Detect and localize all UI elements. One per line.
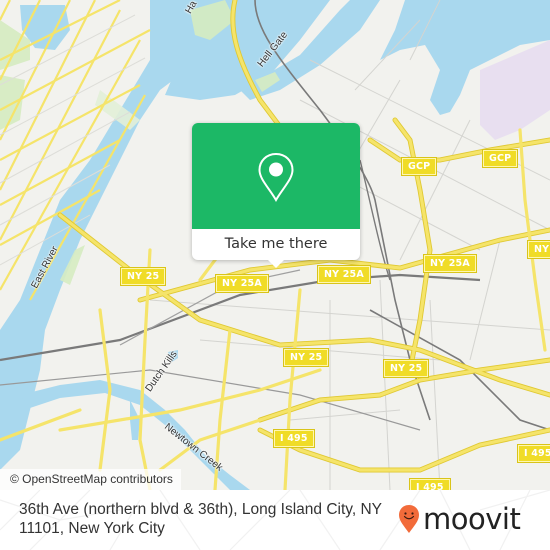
road-shield-ny25: NY 25	[382, 359, 430, 378]
popup-pointer	[267, 259, 285, 268]
road-shield-ny25a: NY	[526, 240, 550, 259]
moovit-smile-pin-icon	[399, 505, 419, 533]
road-shield-i495: I 495	[517, 444, 550, 463]
road-shield-ny25: NY 25	[119, 267, 167, 286]
map-pin-icon	[258, 152, 294, 202]
road-shield-gcp: GCP	[481, 149, 519, 168]
road-shield-ny25a: NY 25A	[317, 265, 371, 284]
moovit-logo[interactable]: moovit	[398, 502, 521, 536]
road-shield-ny25a: NY 25A	[215, 274, 269, 293]
popup-header[interactable]	[192, 123, 360, 229]
road-shield-ny25: NY 25	[282, 348, 330, 367]
map-attribution[interactable]: © OpenStreetMap contributors	[0, 469, 181, 490]
footer: 36th Ave (northern blvd & 36th), Long Is…	[0, 490, 550, 550]
location-popup[interactable]: Take me there	[192, 123, 360, 268]
moovit-wordmark: moovit	[423, 502, 521, 536]
address-text: 36th Ave (northern blvd & 36th), Long Is…	[19, 501, 382, 537]
road-shield-gcp: GCP	[400, 157, 438, 176]
road-shield-ny25a: NY 25A	[423, 254, 477, 273]
road-shield-i495: I 495	[409, 478, 451, 490]
take-me-there-button[interactable]: Take me there	[192, 229, 360, 260]
road-shield-i495: I 495	[273, 429, 315, 448]
